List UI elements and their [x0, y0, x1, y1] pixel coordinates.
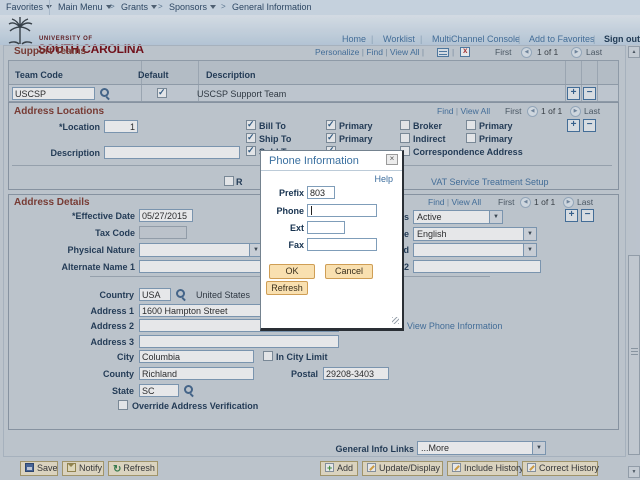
text-cursor	[311, 206, 312, 215]
application-window: Favorites Main Menu > Grants > Sponsors …	[0, 0, 640, 480]
dialog-title: Phone Information	[269, 155, 359, 167]
dialog-titlebar[interactable]: Phone Information ×	[261, 151, 402, 171]
resize-grip-icon[interactable]	[392, 317, 399, 324]
phone-input[interactable]	[307, 204, 377, 217]
ext-input[interactable]	[307, 221, 345, 234]
phone-information-dialog: Phone Information × Help Prefix Phone Ex…	[260, 150, 404, 331]
prefix-label: Prefix	[278, 188, 304, 198]
fax-input[interactable]	[307, 238, 377, 251]
prefix-input[interactable]	[307, 186, 335, 199]
ext-label: Ext	[289, 223, 304, 233]
close-icon[interactable]: ×	[386, 154, 398, 165]
refresh-dialog-button[interactable]: Refresh	[266, 281, 308, 295]
phone-label: Phone	[276, 206, 304, 216]
ok-button[interactable]: OK	[269, 264, 315, 279]
fax-label: Fax	[288, 240, 304, 250]
cancel-button[interactable]: Cancel	[325, 264, 373, 279]
help-link[interactable]: Help	[374, 174, 393, 184]
